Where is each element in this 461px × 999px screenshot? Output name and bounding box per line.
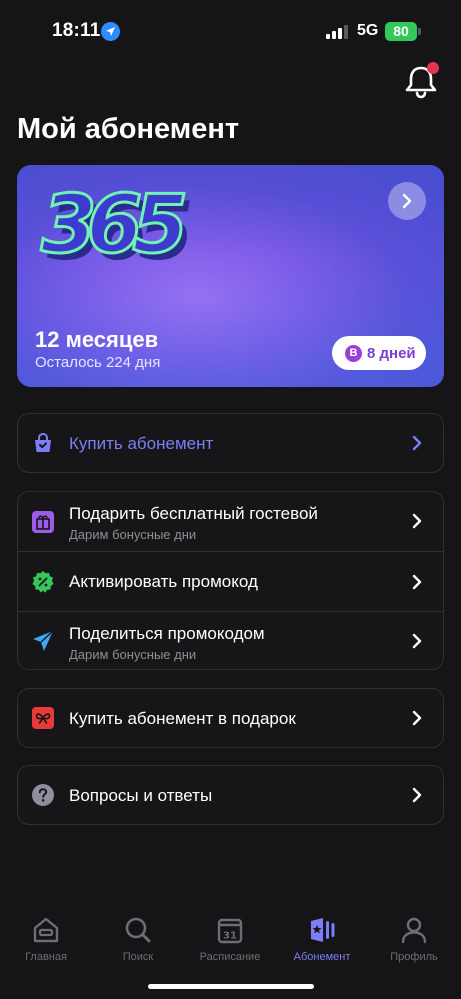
buy-membership-row[interactable]: Купить абонемент [18, 414, 443, 472]
chevron-right-icon [412, 633, 422, 649]
chevron-right-icon [412, 574, 422, 590]
faq-label: Вопросы и ответы [69, 786, 213, 805]
membership-remaining: Осталось 224 дня [35, 354, 161, 371]
page-title: Мой абонемент [17, 113, 240, 145]
membership-duration: 12 месяцев [35, 327, 159, 352]
paper-plane-icon [33, 630, 54, 651]
tab-search-label: Поиск [122, 951, 154, 963]
tab-home-label: Главная [25, 951, 67, 963]
bonus-days-badge[interactable]: B 8 дней [332, 336, 426, 370]
home-indicator [148, 984, 314, 989]
chevron-right-icon [412, 710, 422, 726]
buy-gift-row[interactable]: Купить абонемент в подарок [18, 689, 443, 747]
status-bar: 18:11 5G 80 [0, 0, 461, 60]
status-time: 18:11 [52, 20, 101, 41]
gift-icon [32, 511, 54, 533]
activate-promo-label: Активировать промокод [69, 572, 258, 591]
signal-icon [326, 25, 348, 39]
tab-membership-label: Абонемент [293, 951, 351, 963]
tab-search[interactable]: Поиск [98, 915, 178, 963]
home-icon [33, 917, 59, 943]
card-open-button[interactable] [388, 182, 426, 220]
notification-dot [427, 62, 439, 74]
battery-icon: 80 [385, 22, 421, 41]
network-type: 5G [357, 22, 379, 39]
question-icon [32, 784, 54, 806]
gift-bow-icon [32, 707, 54, 729]
promo-block: Подарить бесплатный гостевой Дарим бонус… [17, 491, 444, 670]
activate-promo-row[interactable]: Активировать промокод [18, 551, 443, 611]
faq-block: Вопросы и ответы [17, 765, 444, 825]
chevron-right-icon [412, 435, 422, 451]
calendar-icon: 31 [217, 918, 243, 944]
chevron-right-icon [412, 787, 422, 803]
shopping-bag-icon [35, 432, 51, 452]
location-arrow-icon [101, 22, 120, 41]
profile-icon [401, 917, 427, 944]
notifications-button[interactable] [401, 60, 441, 102]
buy-gift-label: Купить абонемент в подарок [69, 709, 296, 728]
buy-membership-block: Купить абонемент [17, 413, 444, 473]
tab-profile-label: Профиль [390, 951, 438, 963]
tab-schedule[interactable]: 31 Расписание [190, 915, 270, 963]
bonus-days-text: 8 дней [367, 345, 416, 362]
chevron-right-icon [412, 513, 422, 529]
share-promo-subtitle: Дарим бонусные дни [69, 647, 197, 662]
share-promo-row[interactable]: Поделиться промокодом Дарим бонусные дни [18, 611, 443, 669]
share-promo-label: Поделиться промокодом [69, 624, 265, 643]
bonus-letter-icon: B [345, 345, 362, 362]
chevron-right-icon [402, 193, 412, 209]
buy-gift-block: Купить абонемент в подарок [17, 688, 444, 748]
gift-guest-label: Подарить бесплатный гостевой [69, 504, 318, 523]
gift-guest-subtitle: Дарим бонусные дни [69, 527, 197, 542]
tab-profile[interactable]: Профиль [374, 915, 454, 963]
svg-text:31: 31 [223, 931, 237, 942]
discount-badge-icon [32, 571, 54, 593]
membership-logo-365: 365 365 [40, 179, 201, 269]
buy-membership-label: Купить абонемент [69, 434, 214, 453]
tab-home[interactable]: Главная [6, 915, 86, 963]
tab-membership[interactable]: Абонемент [282, 915, 362, 963]
gift-guest-row[interactable]: Подарить бесплатный гостевой Дарим бонус… [18, 492, 443, 551]
tab-schedule-label: Расписание [199, 951, 261, 963]
faq-row[interactable]: Вопросы и ответы [18, 766, 443, 824]
membership-icon [311, 918, 335, 942]
svg-text:365: 365 [41, 179, 184, 269]
battery-level: 80 [385, 22, 417, 41]
membership-card[interactable]: 365 365 12 месяцев Осталось 224 дня B 8 … [17, 165, 444, 387]
search-icon [125, 917, 151, 943]
